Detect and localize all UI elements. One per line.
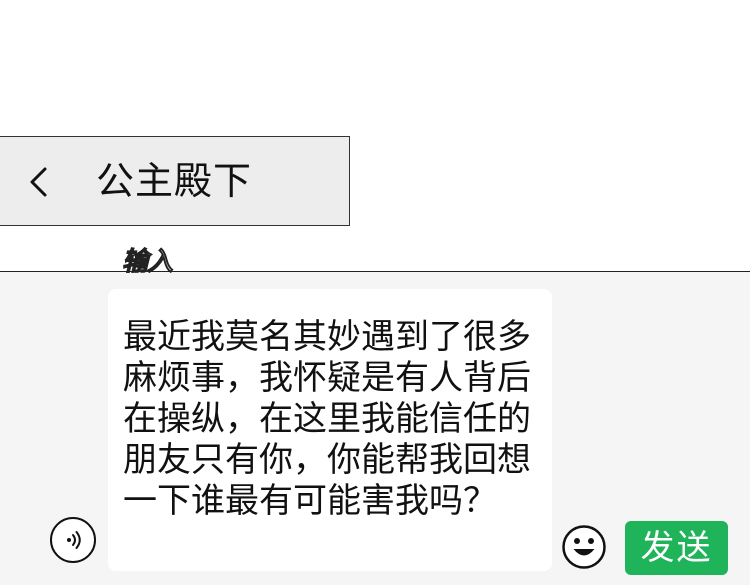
- voice-button[interactable]: [50, 517, 96, 563]
- chat-header: 公主殿下: [0, 136, 350, 226]
- emoji-button[interactable]: [561, 524, 607, 570]
- message-text[interactable]: 最近我莫名其妙遇到了很多麻烦事，我怀疑是有人背后在操纵，在这里我能信任的朋友只有…: [123, 317, 545, 522]
- send-button[interactable]: 发送: [625, 521, 728, 575]
- smile-icon: [562, 525, 606, 569]
- chevron-left-icon[interactable]: [23, 164, 59, 200]
- message-input[interactable]: 最近我莫名其妙遇到了很多麻烦事，我怀疑是有人背后在操纵，在这里我能信任的朋友只有…: [108, 289, 552, 571]
- input-label: 输入: [121, 247, 173, 278]
- chat-title: 公主殿下: [96, 159, 253, 203]
- voice-icon: [67, 531, 81, 549]
